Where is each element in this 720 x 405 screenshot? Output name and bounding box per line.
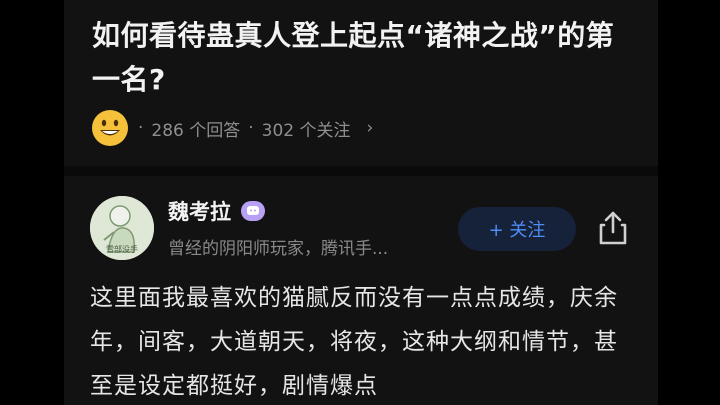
member-badge-icon (241, 201, 265, 221)
avatar-caption: 雪部没手 (106, 244, 138, 254)
question-title[interactable]: 如何看待蛊真人登上起点“诸神之战”的第一名? (92, 14, 640, 102)
author-bio: 曾经的阴阳师玩家，腾讯手... (168, 239, 389, 259)
chevron-right-icon: › (366, 118, 374, 138)
avatar-image: 雪部没手 (90, 196, 154, 260)
section-divider (64, 166, 658, 176)
meta-separator: · (138, 118, 144, 138)
question-meta[interactable]: · 286 个回答 · 302 个关注 › (90, 108, 373, 148)
author-info[interactable]: 魏考拉 (168, 196, 265, 226)
smiley-emoji-icon (92, 110, 128, 146)
follow-button[interactable]: + 关注 (458, 207, 576, 251)
question-panel: 如何看待蛊真人登上起点“诸神之战”的第一名? · 286 个回答 · 302 个… (64, 0, 658, 405)
answer-text[interactable]: 这里面我最喜欢的猫腻反而没有一点点成绩，庆余年，间客，大道朝天，将夜，这种大纲和… (90, 276, 638, 405)
avatar[interactable]: 雪部没手 (90, 196, 154, 260)
follower-count: 302 个关注 (261, 120, 351, 141)
answer-count: 286 个回答 (151, 120, 241, 141)
author-name: 魏考拉 (168, 200, 231, 224)
share-icon[interactable] (596, 210, 630, 246)
meta-separator: · (248, 118, 254, 138)
